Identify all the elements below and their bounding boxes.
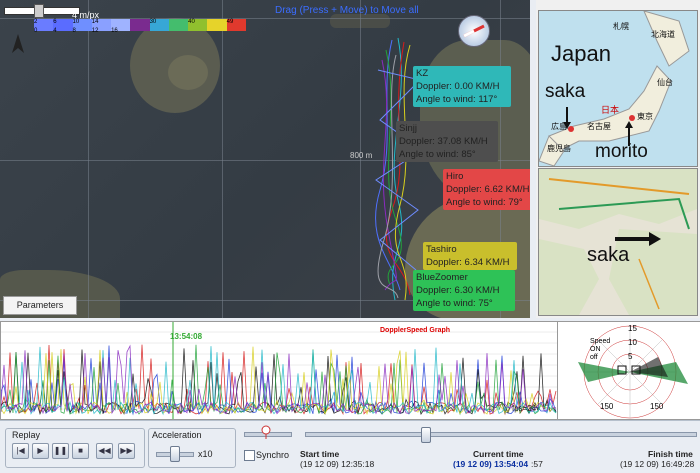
graph-series-line — [1, 346, 557, 416]
track-label-bluezoomer[interactable]: BlueZoomer Doppler: 6.30 KM/H Angle to w… — [413, 270, 515, 311]
colorbar-number — [227, 28, 246, 34]
track-name: Sinjj — [399, 123, 417, 134]
track-wind-angle: Angle to wind: 79° — [446, 197, 523, 208]
pause-button[interactable]: ❚❚ — [52, 443, 69, 459]
colorbar-number — [169, 28, 188, 34]
colorbar-number: 12 — [91, 28, 99, 34]
range-label: 800 m — [350, 151, 373, 160]
colorbar-bottom-numbers: 0 4 8 12 16 — [34, 28, 246, 34]
current-time-ms: :57 — [531, 459, 543, 469]
polar-legend-off: off — [590, 354, 598, 361]
colorbar-number: 49 — [226, 19, 234, 25]
parameters-tab[interactable]: Parameters — [3, 296, 77, 315]
replay-start-button[interactable]: |◀ — [12, 443, 29, 459]
satellite-map[interactable]: 4 m/px 2 6 10 14 30 40 49 0 4 8 12 16 Drag (Press … — [0, 0, 530, 318]
fast-forward-button[interactable]: ▶▶ — [118, 443, 135, 459]
track-label-kz[interactable]: KZ Doppler: 0.00 KM/H Angle to wind: 117… — [413, 66, 511, 107]
zoom-slider-thumb[interactable] — [261, 425, 271, 439]
timeline-slider-track[interactable] — [305, 432, 697, 437]
polar-tick: 10 — [628, 338, 637, 347]
track-label-tashiro[interactable]: Tashiro Doppler: 6.34 KM/H — [423, 242, 517, 270]
acceleration-slider-thumb[interactable] — [170, 446, 180, 462]
track-label-sinjj[interactable]: Sinjj Doppler: 37.08 KM/H Angle to wind:… — [396, 121, 498, 162]
polar-plot: Speed ON off 15 10 5 150 150 — [557, 321, 700, 420]
track-doppler: Doppler: 6.30 KM/H — [416, 285, 500, 296]
graph-lines — [1, 322, 557, 419]
track-doppler: Doppler: 0.00 KM/H — [416, 81, 500, 92]
scale-slider-thumb[interactable] — [34, 4, 44, 18]
current-time-label: Current time — [473, 449, 524, 459]
graph-series-line — [1, 344, 557, 416]
colorbar-number — [188, 28, 207, 34]
japan-overview-map: Japan saka morito 札幌 北海道 仙台 日本 東京 名古屋 広島… — [538, 10, 698, 167]
acceleration-label: Acceleration — [152, 430, 202, 440]
map-arrows — [563, 107, 633, 146]
colorbar-number: 10 — [72, 19, 80, 25]
colorbar-number: 2 — [34, 19, 38, 25]
track-wind-angle: Angle to wind: 117° — [416, 94, 498, 105]
polar-tick: 150 — [650, 402, 664, 411]
graph-title: DopplerSpeed Graph — [380, 327, 451, 334]
track-wind-angle: Angle to wind: 75° — [416, 298, 493, 309]
polar-tick: 5 — [628, 352, 633, 361]
colorbar-number — [207, 19, 226, 25]
graph-series-line — [1, 344, 557, 416]
colorbar-number: 14 — [91, 19, 99, 25]
track-name: BlueZoomer — [416, 272, 468, 283]
current-time-value: (19 12 09) 13:54:04 — [453, 459, 529, 469]
track-label-hiro[interactable]: Hiro Doppler: 6.62 KM/H Angle to wind: 7… — [443, 169, 530, 210]
graph-series-line — [1, 345, 557, 416]
colorbar-number — [130, 28, 149, 34]
colorbar-number — [130, 19, 149, 25]
track-name: KZ — [416, 68, 429, 79]
fps-label: fps=24 — [512, 404, 537, 413]
regional-map: saka — [538, 168, 698, 316]
graph-time-marker: 13:54:08 — [170, 332, 203, 341]
colorbar-number: 40 — [188, 19, 195, 25]
graph-series-line — [1, 344, 557, 415]
north-arrow-icon — [10, 33, 26, 60]
wind-arrow-icon — [463, 24, 485, 38]
colorbar-number — [111, 19, 130, 25]
track-doppler: Doppler: 37.08 KM/H — [399, 136, 488, 147]
regional-landmass — [539, 169, 697, 315]
polar-legend-speed: Speed — [590, 338, 611, 345]
colorbar-number: 4 — [53, 28, 57, 34]
doppler-speed-graph[interactable] — [0, 321, 558, 420]
polar-legend-on: ON — [590, 346, 601, 353]
finish-time-value: (19 12 09) 16:49:28 — [620, 459, 695, 469]
label-saka-regional: saka — [587, 244, 630, 266]
synchro-checkbox[interactable] — [244, 450, 255, 461]
polar-diagram — [578, 325, 688, 419]
polar-tick: 150 — [600, 402, 614, 411]
colorbar-number — [169, 19, 188, 25]
colorbar-number: 0 — [34, 28, 38, 34]
timeline-slider-thumb[interactable] — [421, 427, 431, 443]
colorbar-top-numbers: 2 6 10 14 30 40 49 — [34, 19, 246, 25]
acceleration-value: x10 — [198, 449, 213, 459]
colorbar-number: 6 — [53, 19, 57, 25]
colorbar-number — [150, 28, 169, 34]
finish-time-label: Finish time — [648, 449, 693, 459]
track-doppler: Doppler: 6.34 KM/H — [426, 257, 510, 268]
synchro-label: Synchro — [256, 450, 290, 460]
track-wind-angle: Angle to wind: 85° — [399, 149, 476, 160]
colorbar-number — [207, 28, 226, 34]
track-name: Tashiro — [426, 244, 457, 255]
drag-hint: Drag (Press + Move) to Move all — [275, 5, 419, 16]
track-doppler: Doppler: 6.62 KM/H — [446, 184, 530, 195]
start-time-label: Start time — [300, 449, 340, 459]
start-time-value: (19 12 09) 12:35:18 — [300, 459, 375, 469]
colorbar-number: 30 — [149, 19, 157, 25]
play-button[interactable]: ▶ — [32, 443, 49, 459]
track-name: Hiro — [446, 171, 464, 182]
colorbar-number: 8 — [72, 28, 76, 34]
compass-icon[interactable] — [458, 15, 490, 47]
stop-button[interactable]: ■ — [72, 443, 89, 459]
colorbar-number: 16 — [111, 28, 118, 34]
polar-tick: 15 — [628, 324, 637, 333]
rewind-button[interactable]: ◀◀ — [96, 443, 113, 459]
replay-label: Replay — [12, 430, 41, 440]
